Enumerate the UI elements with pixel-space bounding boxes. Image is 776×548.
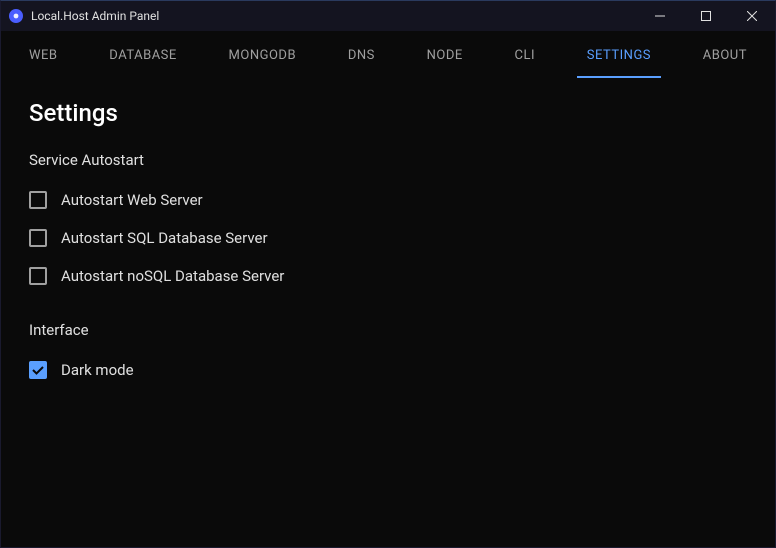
tab-settings[interactable]: SETTINGS — [579, 34, 659, 77]
app-window: Local.Host Admin Panel WEB DATABASE MONG… — [0, 0, 776, 548]
tab-dns[interactable]: DNS — [340, 34, 383, 77]
option-autostart-sql[interactable]: Autostart SQL Database Server — [29, 219, 747, 257]
section-title-interface: Interface — [29, 321, 747, 339]
close-button[interactable] — [729, 1, 775, 31]
titlebar-left: Local.Host Admin Panel — [9, 9, 159, 23]
tab-about[interactable]: ABOUT — [695, 34, 755, 77]
tab-web[interactable]: WEB — [21, 34, 66, 77]
content-area: Settings Service Autostart Autostart Web… — [1, 79, 775, 409]
window-controls — [637, 1, 775, 31]
option-autostart-nosql[interactable]: Autostart noSQL Database Server — [29, 257, 747, 295]
minimize-button[interactable] — [637, 1, 683, 31]
page-title: Settings — [29, 99, 747, 127]
option-label: Autostart noSQL Database Server — [61, 267, 284, 285]
tab-mongodb[interactable]: MONGODB — [221, 34, 305, 77]
option-autostart-web[interactable]: Autostart Web Server — [29, 181, 747, 219]
checkbox-icon[interactable] — [29, 361, 47, 379]
maximize-button[interactable] — [683, 1, 729, 31]
tab-node[interactable]: NODE — [419, 34, 471, 77]
checkbox-icon[interactable] — [29, 191, 47, 209]
app-icon — [9, 9, 23, 23]
option-label: Autostart SQL Database Server — [61, 229, 268, 247]
checkbox-icon[interactable] — [29, 229, 47, 247]
checkbox-icon[interactable] — [29, 267, 47, 285]
option-dark-mode[interactable]: Dark mode — [29, 351, 747, 389]
window-title: Local.Host Admin Panel — [31, 9, 159, 23]
tab-bar: WEB DATABASE MONGODB DNS NODE CLI SETTIN… — [1, 31, 775, 79]
option-label: Autostart Web Server — [61, 191, 203, 209]
section-title-autostart: Service Autostart — [29, 151, 747, 169]
tab-database[interactable]: DATABASE — [101, 34, 184, 77]
option-label: Dark mode — [61, 361, 134, 379]
tab-cli[interactable]: CLI — [507, 34, 544, 77]
titlebar[interactable]: Local.Host Admin Panel — [1, 1, 775, 31]
